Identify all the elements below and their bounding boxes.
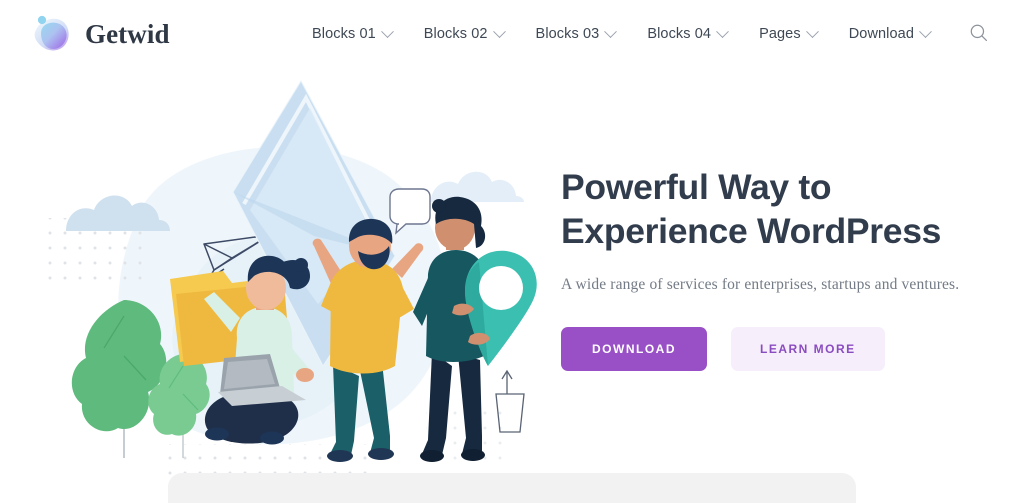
nav-item-pages[interactable]: Pages xyxy=(743,16,833,52)
nav-item-label: Pages xyxy=(759,26,801,42)
hero-subtitle: A wide range of services for enterprises… xyxy=(561,276,960,294)
nav-item-label: Blocks 04 xyxy=(647,26,712,42)
chevron-down-icon xyxy=(492,24,506,38)
nav-item-label: Download xyxy=(848,26,914,42)
chevron-down-icon xyxy=(919,24,932,38)
download-button[interactable]: DOWNLOAD xyxy=(561,327,707,372)
hero-title-line-1: Powerful Way to xyxy=(561,167,832,207)
next-section-panel xyxy=(168,473,856,503)
nav-item-download[interactable]: Download xyxy=(833,16,946,52)
search-icon xyxy=(969,23,989,46)
getwid-blob-logo-icon xyxy=(28,12,74,56)
nav-item-label: Blocks 03 xyxy=(535,26,600,42)
brand-name: Getwid xyxy=(85,18,170,49)
hero-illustration xyxy=(18,66,548,486)
cloud-shape xyxy=(431,171,524,202)
main-navigation: Blocks 01 Blocks 02 Blocks 03 Blocks 04 … xyxy=(296,13,1000,55)
nav-item-blocks-01[interactable]: Blocks 01 xyxy=(296,16,408,52)
site-header: Getwid Blocks 01 Blocks 02 Blocks 03 Blo… xyxy=(0,0,1024,68)
hero-title: Powerful Way to Experience WordPress xyxy=(561,166,961,253)
tree-shape xyxy=(71,300,167,458)
search-button[interactable] xyxy=(958,13,1000,55)
hero-actions: DOWNLOAD LEARN MORE xyxy=(561,327,961,372)
nav-item-blocks-02[interactable]: Blocks 02 xyxy=(408,16,520,52)
chevron-down-icon xyxy=(805,24,819,38)
chevron-down-icon xyxy=(716,24,729,38)
brand-logo-link[interactable]: Getwid xyxy=(28,12,170,56)
hero-copy: Powerful Way to Experience WordPress A w… xyxy=(561,166,961,372)
nav-item-blocks-04[interactable]: Blocks 04 xyxy=(631,16,743,52)
hero-title-line-2: Experience WordPress xyxy=(561,210,942,251)
chevron-down-icon xyxy=(380,24,394,38)
chevron-down-icon xyxy=(604,24,618,38)
hero-section: Powerful Way to Experience WordPress A w… xyxy=(0,68,1024,503)
learn-more-button[interactable]: LEARN MORE xyxy=(731,327,885,372)
nav-item-label: Blocks 02 xyxy=(423,26,488,42)
nav-item-blocks-03[interactable]: Blocks 03 xyxy=(520,16,632,52)
nav-item-label: Blocks 01 xyxy=(312,26,376,42)
